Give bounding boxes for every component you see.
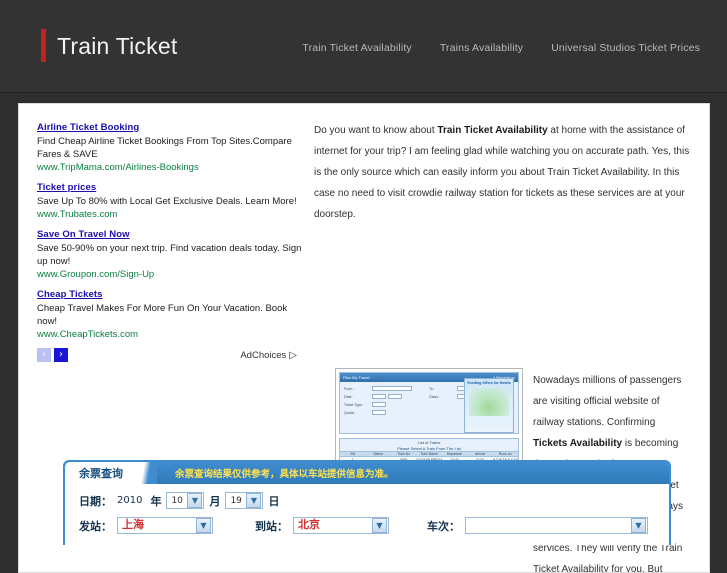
shot-col-header: Departure [446,452,462,456]
ad-title-link[interactable]: Save On Travel Now [37,228,305,241]
shot-plan-my-travel-panel: Plan My Travel * Mandatory From : Date : [339,372,519,434]
shot-field-label: Class : [429,394,440,399]
shot-panel-title: Plan My Travel [343,375,370,380]
chevron-left-icon[interactable]: ‹ [37,348,51,362]
nav-link-universal-studios-ticket-prices[interactable]: Universal Studios Ticket Prices [551,42,700,54]
day-value: 19 [230,496,242,506]
ad-description: Save 50-90% on your next trip. Find vaca… [37,243,302,267]
chevron-down-icon[interactable]: ▼ [196,518,211,533]
adchoices-label[interactable]: AdChoices ▷ [240,350,297,361]
station-row: 发站： 上海 ▼ 到站： 北京 ▼ 车次： ▼ [79,517,669,534]
shot-hotel-ad-title: Exciting Offers for Hotels [467,381,511,385]
para2-bold: Tickets Availability [533,438,623,449]
shot-field: Quota : [344,410,429,415]
ad-unit: Save On Travel Now Save 50-90% on your n… [37,228,305,281]
adchoices-text: AdChoices [240,349,287,361]
train-number-select[interactable]: ▼ [465,517,648,534]
site-header: Train Ticket Train Ticket Availability T… [0,0,727,93]
month-unit-label: 月 [209,494,221,508]
ticket-query-widget: 余票查询 余票查询结果仅供参考，具体以车站提供信息为准。 日期： 2010 年 … [63,460,671,545]
para2-before: Nowadays millions of passengers are visi… [533,375,682,428]
ad-footer: ‹ › AdChoices ▷ [37,348,305,362]
ad-url[interactable]: www.CheapTickets.com [37,328,305,341]
ad-url[interactable]: www.Groupon.com/Sign-Up [37,268,305,281]
shot-col-header: Arrival [475,452,485,456]
chevron-down-icon[interactable]: ▼ [631,518,646,533]
chevron-right-icon[interactable]: › [54,348,68,362]
shot-field-label: From : [344,386,355,391]
page-title: Train Ticket [57,32,178,59]
ad-unit: Airline Ticket Booking Find Cheap Airlin… [37,121,305,174]
chevron-down-icon[interactable]: ▼ [372,518,387,533]
date-label: 日期： [79,494,112,508]
ad-block: Airline Ticket Booking Find Cheap Airlin… [37,116,305,362]
widget-notice: 余票查询结果仅供参考，具体以车站提供信息为准。 [175,469,394,480]
shot-field-input[interactable] [372,386,412,391]
ad-title-link[interactable]: Airline Ticket Booking [37,121,305,134]
shot-form-col-left: From : Date : Ticket Type : Quota: [344,386,429,418]
main-nav: Train Ticket Availability Trains Availab… [302,42,700,54]
widget-body: 日期： 2010 年 10 ▼ 月 19 ▼ 日 发站： 上海 ▼ 到站： 北京 [65,484,669,534]
widget-tabbar: 余票查询 余票查询结果仅供参考，具体以车站提供信息为准。 [65,462,669,484]
month-value: 10 [171,496,183,506]
day-unit-label: 日 [268,494,280,508]
adchoices-triangle-icon: ▷ [289,349,297,361]
nav-link-train-ticket-availability[interactable]: Train Ticket Availability [302,42,411,54]
from-station-select[interactable]: 上海 ▼ [117,517,213,534]
shot-field-input[interactable] [372,402,386,407]
shot-field-label: Ticket Type : [344,402,365,407]
article-paragraph-1: Do you want to know about Train Ticket A… [305,116,691,225]
shot-field-label: To : [429,386,435,391]
shot-field-input[interactable] [372,410,386,415]
ad-title-link[interactable]: Cheap Tickets [37,288,305,301]
from-station-value: 上海 [122,518,144,531]
brand-accent-bar [41,29,46,62]
chevron-down-icon[interactable]: ▼ [187,493,203,508]
ad-title-link[interactable]: Ticket prices [37,181,305,194]
to-station-select[interactable]: 北京 ▼ [293,517,389,534]
from-station-label: 发站： [79,519,112,533]
month-select[interactable]: 10 ▼ [166,492,205,509]
shot-col-header: Select [373,452,383,456]
ad-pagination: ‹ › [37,348,68,362]
train-number-label: 车次： [427,519,460,533]
tab-slant-decoration [135,462,157,484]
to-station-value: 北京 [298,518,320,531]
ad-description: Find Cheap Airline Ticket Bookings From … [37,136,292,160]
date-row: 日期： 2010 年 10 ▼ 月 19 ▼ 日 [79,492,669,509]
top-row: Airline Ticket Booking Find Cheap Airlin… [37,116,691,362]
shot-col-header: Runs on [498,452,512,456]
brand: Train Ticket [41,29,177,62]
year-value: 2010 [117,495,143,506]
ad-description: Cheap Travel Makes For More Fun On Your … [37,303,288,327]
para1-bold: Train Ticket Availability [437,125,548,136]
chevron-down-icon[interactable]: ▼ [246,493,262,508]
shot-field-input[interactable] [372,394,386,399]
tab-ticket-query[interactable]: 余票查询 [65,462,135,484]
para1-after: at home with the assistance of internet … [314,125,690,220]
shot-col-header: Train Name [420,452,438,456]
para1-before: Do you want to know about [314,125,438,136]
shot-col-header: SN [350,452,356,456]
nav-link-trains-availability[interactable]: Trains Availability [440,42,523,54]
shot-hotel-ad[interactable]: Exciting Offers for Hotels [464,378,514,433]
shot-field: Ticket Type : [344,402,429,407]
day-select[interactable]: 19 ▼ [225,492,264,509]
year-unit-label: 年 [150,494,162,508]
ad-url[interactable]: www.TripMama.com/Airlines-Bookings [37,161,305,174]
shot-field-label: Date : [344,394,354,399]
shot-field: From : [344,386,429,391]
ad-description: Save Up To 80% with Local Get Exclusive … [37,196,297,207]
ad-unit: Cheap Tickets Cheap Travel Makes For Mor… [37,288,305,341]
shot-field-label: Quota : [344,410,356,415]
ad-url[interactable]: www.Trubates.com [37,208,305,221]
shot-field-input[interactable] [388,394,402,399]
shot-hotel-ad-image [469,387,509,416]
ad-unit: Ticket prices Save Up To 80% with Local … [37,181,305,221]
shot-col-header: Train No [397,452,410,456]
shot-field: Date : [344,394,429,399]
to-station-label: 到站： [255,519,288,533]
